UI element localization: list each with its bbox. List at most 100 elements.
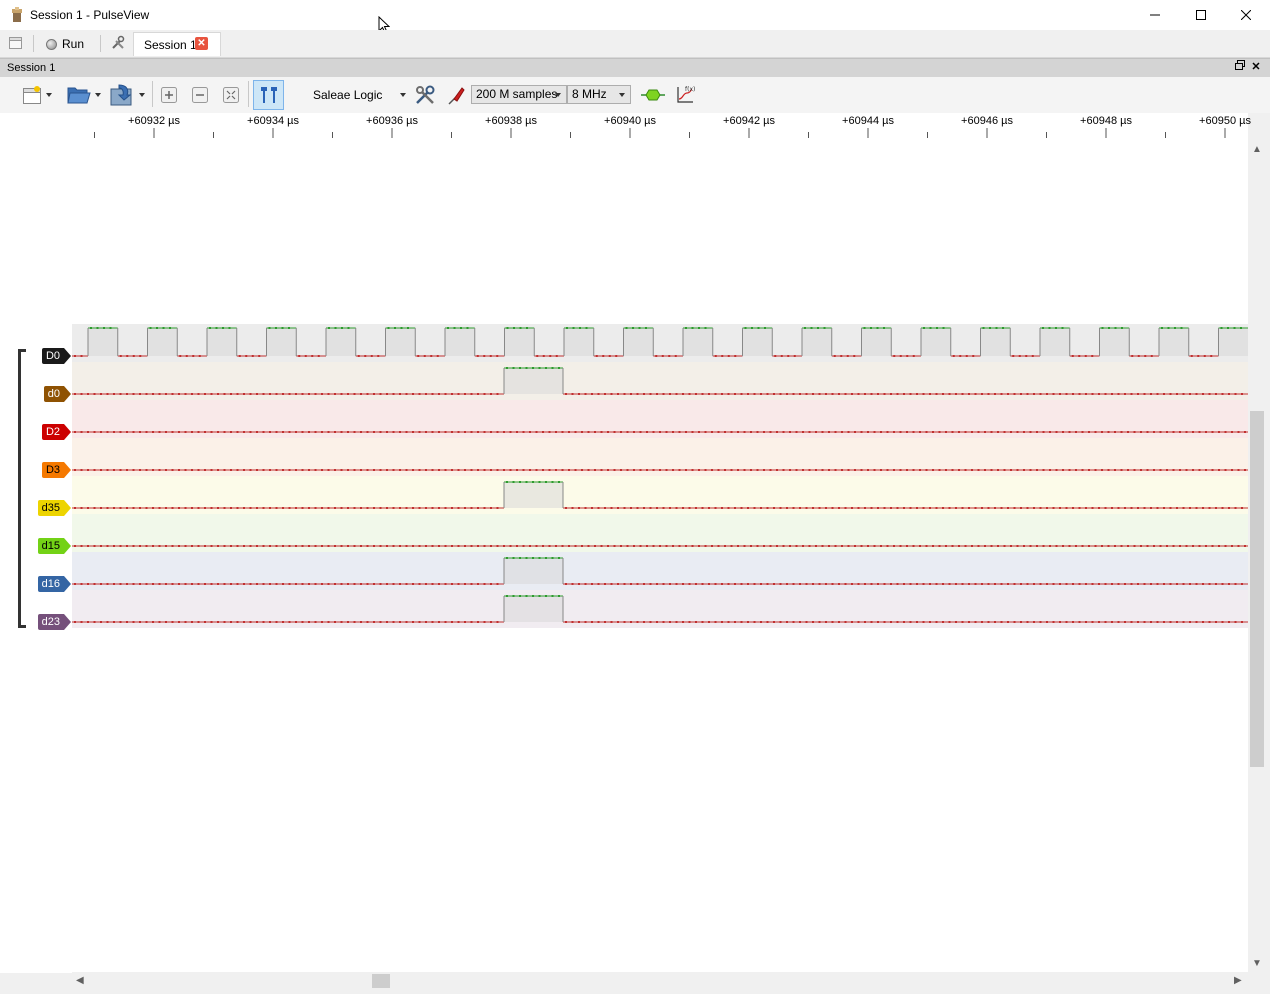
zoom-fit-button[interactable] (220, 83, 242, 107)
tab-session-1[interactable]: Session 1 ✕ (133, 32, 221, 56)
scroll-left-icon[interactable]: ◀ (76, 976, 84, 986)
sample-count-select[interactable]: 200 M samples (471, 85, 567, 104)
sample-dot (734, 621, 736, 623)
sample-dot (165, 621, 167, 623)
sample-dot (1172, 469, 1175, 471)
sample-dot (451, 583, 453, 585)
sample-dot (251, 355, 254, 357)
sample-dot (74, 507, 76, 509)
scroll-right-icon[interactable]: ▶ (1234, 976, 1242, 986)
sample-dot (766, 583, 769, 585)
channel-label-d35[interactable]: d35 (37, 500, 71, 516)
open-button[interactable] (64, 83, 104, 107)
sample-dot (951, 469, 954, 471)
sample-dot (451, 431, 453, 433)
sample-dot (275, 327, 277, 329)
sample-dot (152, 393, 154, 395)
channel-label-d23[interactable]: d23 (37, 614, 71, 630)
sample-dot (669, 393, 671, 395)
close-window-button[interactable] (1223, 0, 1269, 30)
channel-label-d0[interactable]: d0 (43, 386, 71, 402)
channel-name: d0 (43, 386, 64, 402)
sample-dot (1018, 355, 1021, 357)
sample-dot (490, 393, 492, 395)
sample-dot (1052, 393, 1055, 395)
device-selector-label[interactable]: Saleae Logic (313, 88, 382, 102)
maximize-button[interactable] (1178, 0, 1224, 30)
new-session-button[interactable] (18, 83, 56, 107)
scroll-down-icon[interactable]: ▼ (1252, 959, 1262, 969)
close-tab-icon[interactable]: ✕ (195, 37, 208, 50)
sample-dot (916, 621, 918, 623)
save-button[interactable] (106, 83, 148, 107)
sample-dot (87, 469, 89, 471)
sample-dot (282, 621, 284, 623)
channel-label-d16[interactable]: d16 (37, 576, 71, 592)
device-dropdown-button[interactable] (396, 83, 410, 107)
sample-rate-select[interactable]: 8 MHz (567, 85, 631, 104)
sample-dot (551, 367, 554, 369)
sample-dot (334, 583, 336, 585)
add-math-signal-button[interactable]: f(x) (673, 83, 697, 107)
channel-name: d16 (37, 576, 64, 592)
vertical-scrollbar[interactable]: ▲ ▼ (1248, 143, 1266, 973)
sample-dot (805, 507, 808, 509)
float-dock-icon[interactable] (1233, 60, 1247, 74)
scroll-up-icon[interactable]: ▲ (1252, 145, 1262, 155)
channel-label-D3[interactable]: D3 (41, 462, 71, 478)
sample-dot (1104, 393, 1107, 395)
new-window-icon[interactable] (8, 35, 24, 51)
sample-dot (857, 507, 860, 509)
sample-dot (977, 545, 980, 547)
sample-dot (555, 431, 557, 433)
sample-dot (438, 393, 440, 395)
channel-label-D0[interactable]: D0 (41, 348, 71, 364)
sample-dot (106, 583, 109, 585)
sample-dot (74, 431, 76, 433)
sample-dot (538, 481, 541, 483)
sample-dot (1062, 469, 1064, 471)
sample-dot (1218, 545, 1220, 547)
sample-dot (1169, 393, 1172, 395)
sample-dot (230, 545, 232, 547)
high-fill (504, 482, 563, 508)
device-config-button[interactable] (413, 83, 437, 107)
time-ruler[interactable]: +60932 µs +60934 µs +60936 µs +60938 µs +609… (72, 113, 1251, 143)
add-decoder-button[interactable] (640, 83, 666, 107)
channel-label-d15[interactable]: d15 (37, 538, 71, 554)
sample-dot (662, 507, 665, 509)
settings-tools-icon[interactable] (110, 35, 126, 51)
sample-dot (165, 545, 167, 547)
vertical-scroll-thumb[interactable] (1250, 411, 1264, 767)
sample-dot (717, 469, 720, 471)
channels-button[interactable] (444, 83, 468, 107)
sample-dot (565, 621, 567, 623)
minimize-button[interactable] (1132, 0, 1178, 30)
sample-dot (301, 545, 304, 547)
close-dock-icon[interactable]: ✕ (1249, 60, 1263, 74)
waveform-viewport[interactable] (72, 143, 1248, 973)
sample-dot (347, 621, 349, 623)
cursor-toggle-button[interactable] (253, 80, 284, 110)
zoom-out-button[interactable] (189, 83, 211, 107)
sample-dot (779, 621, 782, 623)
horizontal-scrollbar[interactable]: ◀ ▶ (72, 972, 1248, 990)
zoom-in-button[interactable] (158, 83, 180, 107)
sample-dot (821, 545, 824, 547)
sample-dot (438, 545, 440, 547)
sample-dot (863, 327, 866, 329)
sample-dot (418, 545, 421, 547)
sample-dot (152, 583, 154, 585)
sample-dot (1013, 393, 1016, 395)
sample-dot (1185, 431, 1188, 433)
channel-label-D2[interactable]: D2 (41, 424, 71, 440)
sample-dot (1055, 545, 1058, 547)
horizontal-scroll-thumb[interactable] (372, 974, 390, 988)
sample-dot (893, 469, 895, 471)
run-button[interactable]: Run (46, 34, 84, 54)
sample-dot (464, 583, 466, 585)
sample-dot (662, 621, 665, 623)
sample-dot (496, 469, 499, 471)
sample-dot (636, 393, 639, 395)
sample-dot (535, 469, 538, 471)
